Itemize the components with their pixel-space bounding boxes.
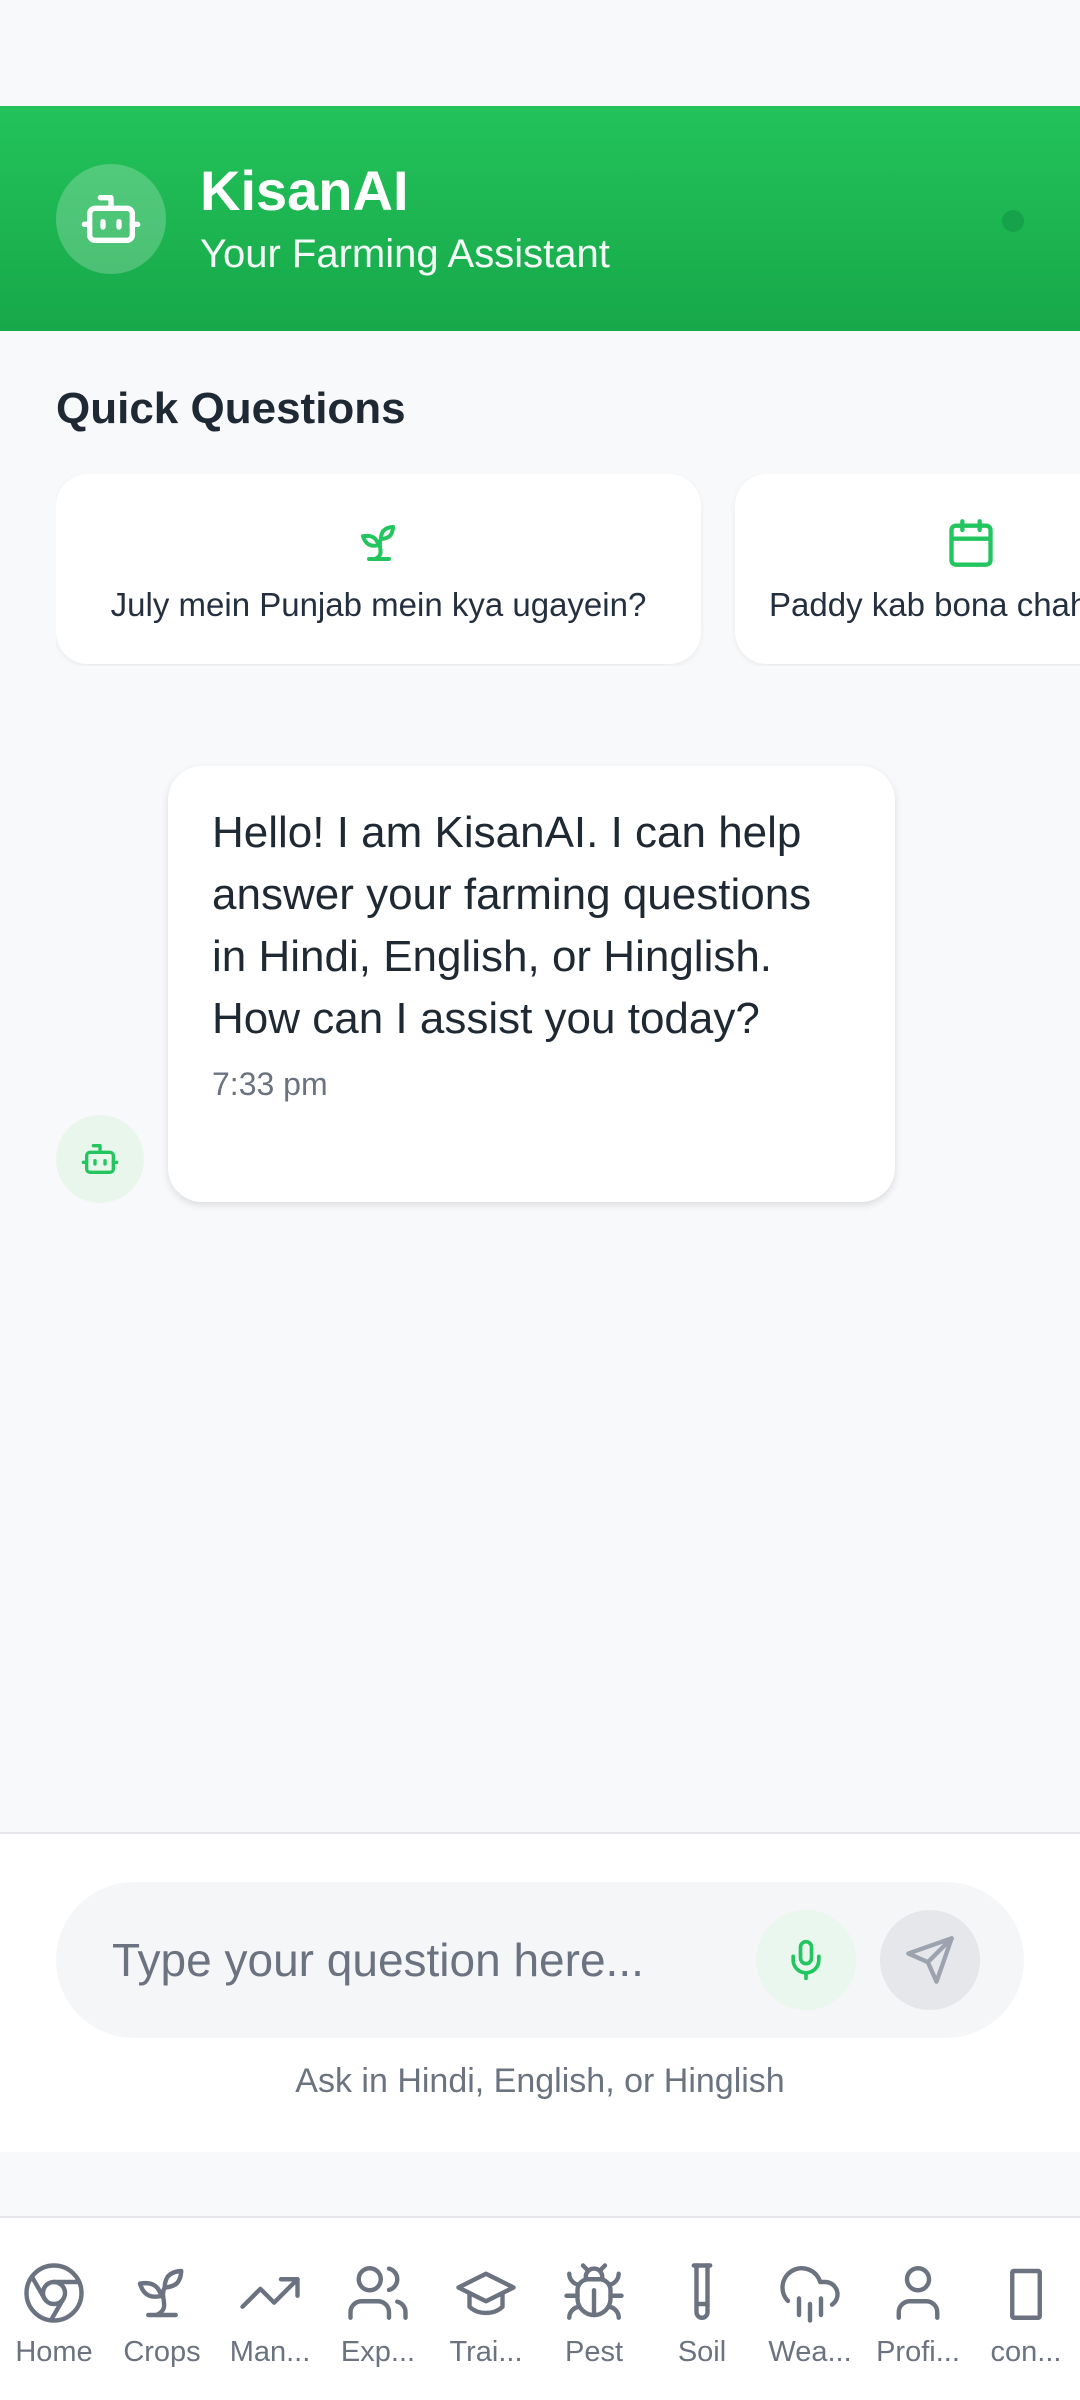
nav-label: Man... bbox=[229, 2336, 311, 2368]
quick-question-card[interactable]: July mein Punjab mein kya ugayein? bbox=[56, 474, 701, 664]
message-composer: Ask in Hindi, English, or Hinglish bbox=[0, 1832, 1080, 2152]
app-subtitle: Your Farming Assistant bbox=[200, 231, 610, 276]
nav-label: Soil bbox=[677, 2336, 727, 2368]
message-time: 7:33 pm bbox=[212, 1066, 328, 1102]
nav-item-home[interactable]: Home bbox=[0, 2218, 108, 2400]
nav-item-weather[interactable]: Wea... bbox=[756, 2218, 864, 2400]
quick-questions-title: Quick Questions bbox=[56, 384, 406, 433]
input-container bbox=[56, 1882, 1024, 2038]
app-title: KisanAI bbox=[200, 159, 409, 223]
sprout-icon bbox=[360, 525, 395, 561]
robot-icon bbox=[81, 1144, 119, 1174]
message-text: Hello! I am KisanAI. I can help answer y… bbox=[212, 808, 812, 1043]
user-icon bbox=[896, 2266, 940, 2320]
nav-item-training[interactable]: Trai... bbox=[432, 2218, 540, 2400]
nav-label: Profi... bbox=[876, 2336, 960, 2368]
bug-icon bbox=[564, 2263, 624, 2320]
sprout-icon bbox=[137, 2268, 184, 2318]
quick-questions-list[interactable]: July mein Punjab mein kya ugayein? Paddy… bbox=[56, 474, 1080, 666]
test-tube-icon bbox=[691, 2263, 713, 2320]
status-bar-area bbox=[0, 0, 1080, 106]
nav-item-contact[interactable]: con... bbox=[972, 2218, 1080, 2400]
bot-avatar bbox=[56, 1115, 144, 1203]
device-icon bbox=[1010, 2268, 1042, 2320]
nav-label: Crops bbox=[123, 2336, 201, 2368]
mic-button[interactable] bbox=[756, 1910, 856, 2010]
nav-label: Home bbox=[15, 2336, 93, 2368]
nav-item-pest[interactable]: Pest bbox=[540, 2218, 648, 2400]
quick-question-label: Paddy kab bona chahiye? bbox=[769, 586, 1080, 623]
bot-message-bubble: Hello! I am KisanAI. I can help answer y… bbox=[168, 766, 895, 1202]
online-status-dot bbox=[1002, 210, 1024, 232]
nav-item-soil[interactable]: Soil bbox=[648, 2218, 756, 2400]
nav-label: Trai... bbox=[449, 2336, 523, 2368]
calendar-icon bbox=[949, 519, 993, 567]
trending-up-icon bbox=[240, 2277, 300, 2309]
home-icon bbox=[24, 2263, 84, 2323]
quick-question-card[interactable]: Paddy kab bona chahiye? bbox=[735, 474, 1080, 664]
nav-item-profile[interactable]: Profi... bbox=[864, 2218, 972, 2400]
nav-item-market[interactable]: Man... bbox=[216, 2218, 324, 2400]
bottom-navigation: Home Crops Man... Exp... Trai... Pest So… bbox=[0, 2216, 1080, 2400]
robot-icon bbox=[56, 163, 166, 274]
app-header: KisanAI Your Farming Assistant bbox=[0, 106, 1080, 331]
nav-item-crops[interactable]: Crops bbox=[108, 2218, 216, 2400]
microphone-icon bbox=[791, 1939, 821, 1981]
send-button[interactable] bbox=[880, 1910, 980, 2010]
quick-question-label: July mein Punjab mein kya ugayein? bbox=[110, 586, 647, 623]
nav-label: Wea... bbox=[768, 2336, 852, 2368]
question-input[interactable] bbox=[112, 1922, 752, 1998]
nav-item-experts[interactable]: Exp... bbox=[324, 2218, 432, 2400]
send-icon bbox=[906, 1936, 954, 1984]
nav-label: Pest bbox=[564, 2336, 624, 2368]
graduation-cap-icon bbox=[456, 2271, 516, 2316]
nav-label: Exp... bbox=[340, 2336, 416, 2368]
cloud-rain-icon bbox=[780, 2266, 840, 2323]
users-icon bbox=[348, 2266, 408, 2320]
composer-helper-text: Ask in Hindi, English, or Hinglish bbox=[295, 2062, 785, 2100]
nav-label: con... bbox=[990, 2336, 1062, 2368]
